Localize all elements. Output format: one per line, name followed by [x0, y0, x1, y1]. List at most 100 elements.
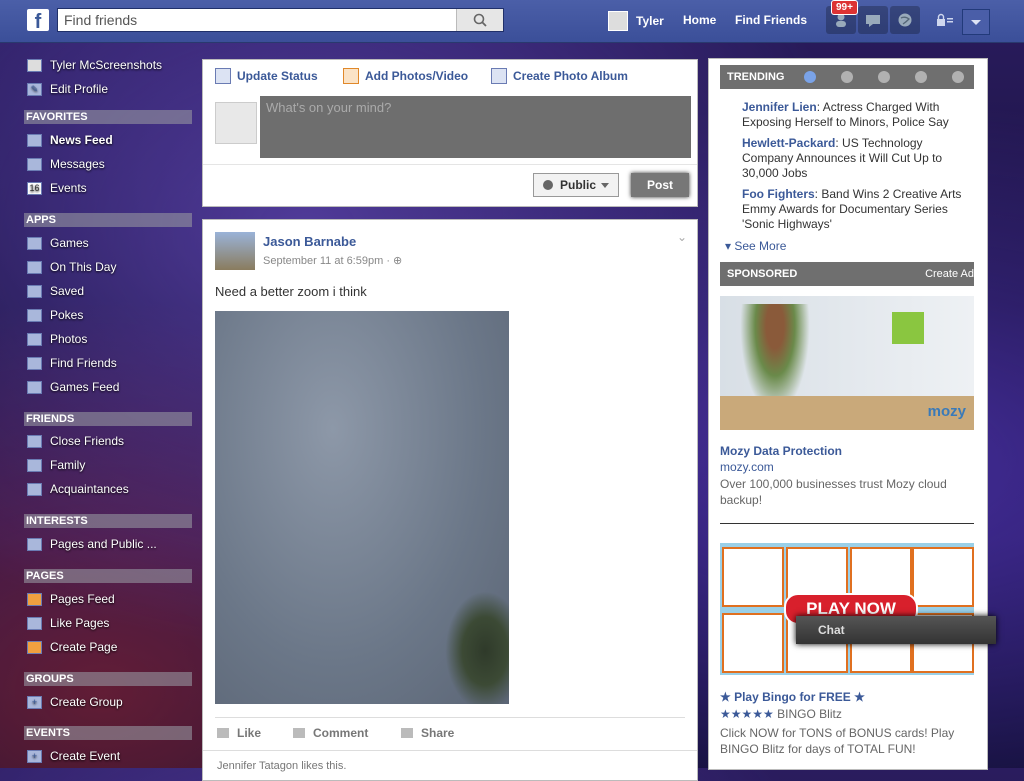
ad-url[interactable]: mozy.com: [720, 460, 774, 474]
story-timestamp[interactable]: September 11 at 6:59pm · ⊕: [263, 254, 402, 267]
share-button[interactable]: Share: [401, 726, 454, 740]
avatar: [27, 58, 42, 72]
left-sidebar: Tyler McScreenshots ✎ Edit Profile FAVOR…: [0, 42, 200, 768]
sidebar-item-create-group[interactable]: + Create Group: [27, 693, 123, 711]
story-author[interactable]: Jason Barnabe: [263, 234, 356, 249]
trending-entertainment-icon[interactable]: [952, 71, 964, 83]
star-rating-icon: ★★★★★: [720, 707, 774, 721]
see-more-link[interactable]: ▾ See More: [725, 239, 786, 253]
star-friends-icon: [27, 434, 42, 448]
sidebar-item-label: Close Friends: [50, 434, 125, 448]
ad-title[interactable]: ★ Play Bingo for FREE ★: [720, 690, 865, 704]
sidebar-item-close-friends[interactable]: Close Friends: [27, 432, 124, 450]
profile-link[interactable]: Tyler: [608, 11, 664, 31]
messages-jewel[interactable]: [858, 6, 888, 34]
thumbs-up-icon: [27, 616, 42, 630]
ad-title[interactable]: Mozy Data Protection: [720, 444, 842, 458]
post-button[interactable]: Post: [631, 173, 689, 197]
trending-top-icon[interactable]: [804, 71, 816, 83]
create-ad-link[interactable]: Create Ad: [925, 262, 974, 286]
tab-update-status[interactable]: Update Status: [215, 68, 318, 84]
section-apps: APPS: [24, 213, 192, 227]
trending-item[interactable]: Jennifer Lien: Actress Charged With Expo…: [742, 100, 962, 130]
photo-icon: [343, 68, 359, 84]
sidebar-item-create-page[interactable]: Create Page: [27, 638, 117, 656]
see-more-label: See More: [734, 239, 787, 253]
trending-science-icon[interactable]: [878, 71, 890, 83]
like-button[interactable]: Like: [217, 726, 261, 740]
trending-item[interactable]: Hewlett-Packard: US Technology Company A…: [742, 136, 962, 181]
privacy-shortcuts[interactable]: [930, 6, 960, 34]
right-column: TRENDING Jennifer Lien: Actress Charged …: [708, 58, 988, 770]
ad-image-mozy[interactable]: mozy: [720, 296, 974, 430]
sidebar-item-acquaintances[interactable]: Acquaintances: [27, 480, 129, 498]
search-input[interactable]: Find friends: [64, 12, 137, 28]
sidebar-item-family[interactable]: Family: [27, 456, 85, 474]
sidebar-item-pokes[interactable]: Pokes: [27, 306, 83, 324]
news-feed-story: Jason Barnabe September 11 at 6:59pm · ⊕…: [202, 219, 698, 781]
sidebar-item-edit-profile[interactable]: ✎ Edit Profile: [27, 80, 108, 98]
sidebar-item-news-feed[interactable]: News Feed: [27, 131, 113, 149]
news-feed-icon: [27, 133, 42, 147]
sidebar-item-label: Edit Profile: [50, 82, 109, 96]
trending-politics-icon[interactable]: [841, 71, 853, 83]
globe-icon: [542, 180, 553, 190]
sidebar-item-like-pages[interactable]: Like Pages: [27, 614, 109, 632]
account-menu-button[interactable]: [962, 9, 990, 35]
story-photo[interactable]: [215, 311, 509, 704]
sidebar-item-label: Family: [50, 458, 86, 472]
sidebar-item-events[interactable]: 16 Events: [27, 179, 87, 197]
sidebar-item-games[interactable]: Games: [27, 234, 89, 252]
sidebar-item-pages-feed[interactable]: Pages Feed: [27, 590, 115, 608]
status-input[interactable]: What's on your mind?: [260, 96, 691, 158]
action-label: Share: [421, 726, 455, 740]
share-icon: [401, 728, 413, 738]
divider: [720, 523, 974, 524]
chat-bar[interactable]: Chat: [796, 616, 996, 644]
sidebar-item-on-this-day[interactable]: On This Day: [27, 258, 116, 276]
avatar[interactable]: [215, 232, 255, 270]
sidebar-item-photos[interactable]: Photos: [27, 330, 87, 348]
sidebar-item-messages[interactable]: Messages: [27, 155, 105, 173]
search-box[interactable]: Find friends: [57, 8, 504, 32]
sidebar-item-label: Games: [50, 236, 89, 250]
notifications-jewel[interactable]: [890, 6, 920, 34]
tree-silhouette: [445, 591, 509, 704]
sidebar-item-label: Create Group: [50, 695, 123, 709]
ad-image-bingo[interactable]: PLAY NOW: [720, 543, 974, 675]
tab-add-photos[interactable]: Add Photos/Video: [343, 68, 468, 84]
sidebar-item-label: Create Page: [50, 640, 118, 654]
section-favorites: FAVORITES: [24, 110, 192, 124]
trending-sports-icon[interactable]: [915, 71, 927, 83]
sidebar-item-create-event[interactable]: + Create Event: [27, 747, 120, 765]
sidebar-item-label: Photos: [50, 332, 88, 346]
divider: [203, 164, 697, 165]
story-options-chevron-icon[interactable]: ⌄: [677, 230, 687, 244]
sidebar-item-find-friends[interactable]: Find Friends: [27, 354, 117, 372]
home-link[interactable]: Home: [683, 13, 716, 27]
comment-button[interactable]: Comment: [293, 726, 368, 740]
sidebar-item-label: Pages and Public ...: [50, 537, 157, 551]
sidebar-item-profile[interactable]: Tyler McScreenshots: [27, 56, 162, 74]
trending-item[interactable]: Foo Fighters: Band Wins 2 Creative Arts …: [742, 187, 962, 232]
sidebar-item-pages-and-public[interactable]: Pages and Public ...: [27, 535, 157, 553]
bingo-card: [722, 547, 784, 607]
audience-label: Public: [559, 178, 596, 192]
sidebar-item-games-feed[interactable]: Games Feed: [27, 378, 119, 396]
ad-rating: ★★★★★ BINGO Blitz: [720, 707, 842, 721]
tab-create-album[interactable]: Create Photo Album: [491, 68, 628, 84]
find-friends-link[interactable]: Find Friends: [735, 13, 807, 27]
sidebar-item-saved[interactable]: Saved: [27, 282, 84, 300]
audience-selector[interactable]: Public: [533, 173, 619, 197]
calendar-icon: 16: [27, 181, 42, 195]
search-button[interactable]: [456, 9, 503, 31]
globe-icon: [898, 13, 912, 27]
section-interests: INTERESTS: [24, 514, 192, 528]
sponsored-heading: SPONSORED: [727, 268, 798, 280]
likes-summary[interactable]: Jennifer Tatagon likes this.: [217, 760, 346, 772]
ad-body: Click NOW for TONS of BONUS cards! Play …: [720, 726, 955, 756]
section-events: EVENTS: [24, 726, 192, 740]
action-label: Like: [237, 726, 262, 740]
facebook-logo[interactable]: f: [27, 9, 49, 33]
user-name: Tyler: [636, 14, 664, 28]
